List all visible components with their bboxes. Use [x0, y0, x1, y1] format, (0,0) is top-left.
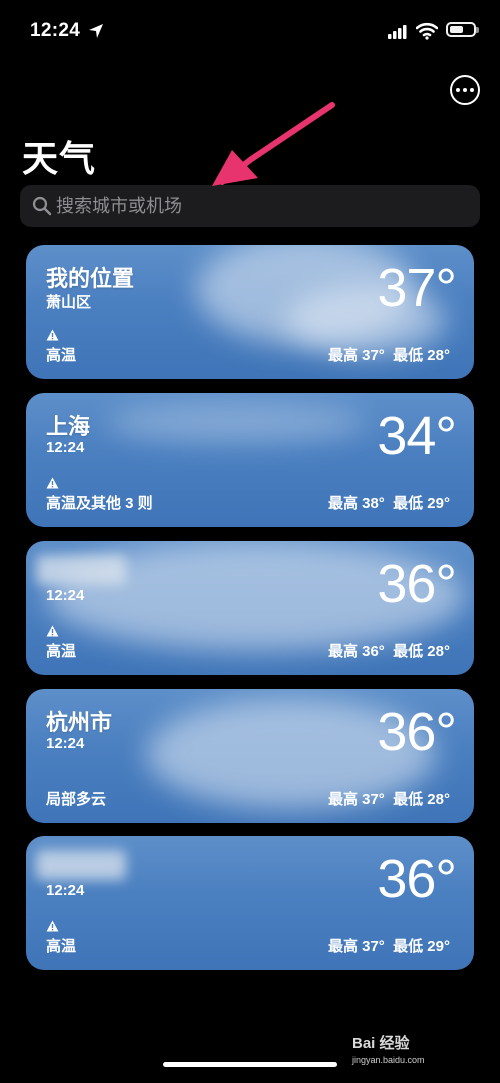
- page-title: 天气: [22, 138, 97, 179]
- current-temperature: 34°: [377, 406, 457, 466]
- low-temp: 最低 29°: [393, 495, 450, 512]
- low-temp: 最低 29°: [393, 938, 450, 955]
- weather-condition: 高温: [46, 347, 77, 364]
- high-low-temperature: 最高 36° 最低 28°: [328, 640, 450, 661]
- high-low-temperature: 最高 38° 最低 29°: [328, 492, 450, 513]
- low-temp: 最低 28°: [393, 791, 450, 808]
- watermark-logo: Bai 经验: [352, 1035, 410, 1052]
- more-options-button[interactable]: [450, 75, 480, 105]
- high-low-temperature: 最高 37° 最低 28°: [328, 344, 450, 365]
- low-temp: 最低 28°: [393, 643, 450, 660]
- current-temperature: 36°: [377, 702, 457, 762]
- warning-icon: [46, 329, 59, 341]
- search-bar[interactable]: [20, 185, 480, 227]
- location-card[interactable]: 上海 12:24 34° 高温及其他 3 则 最高 38° 最低 29°: [26, 393, 474, 527]
- weather-condition: 高温及其他 3 则: [46, 495, 153, 512]
- high-temp: 最高 37°: [327, 791, 385, 808]
- location-name: 上海: [46, 414, 91, 439]
- location-name: 我的位置: [46, 266, 135, 291]
- redacted-location-name: [36, 850, 126, 880]
- weather-condition: 高温: [46, 643, 77, 660]
- home-indicator[interactable]: [163, 1062, 337, 1067]
- high-temp: 最高 37°: [327, 347, 385, 364]
- cellular-signal-icon: [388, 25, 407, 39]
- high-low-temperature: 最高 37° 最低 29°: [328, 935, 450, 956]
- redacted-location-name: [36, 555, 126, 585]
- low-temp: 最低 28°: [393, 347, 450, 364]
- weather-condition: 高温: [46, 938, 77, 955]
- search-icon: [32, 196, 52, 216]
- high-low-temperature: 最高 37° 最低 28°: [328, 788, 450, 809]
- current-temperature: 36°: [377, 849, 457, 909]
- high-temp: 最高 38°: [327, 495, 385, 512]
- current-temperature: 37°: [377, 258, 457, 318]
- watermark-url: jingyan.baidu.com: [352, 1055, 425, 1065]
- wifi-icon: [416, 22, 438, 40]
- search-input[interactable]: [56, 185, 456, 227]
- status-time: 12:24: [30, 20, 81, 41]
- warning-icon: [46, 477, 59, 489]
- location-card[interactable]: 12:24 36° 高温 最高 36° 最低 28°: [26, 541, 474, 675]
- location-subtitle: 12:24: [46, 735, 85, 752]
- location-arrow-icon: [89, 24, 103, 38]
- weather-condition: 局部多云: [46, 791, 107, 808]
- warning-icon: [46, 625, 59, 637]
- location-card[interactable]: 我的位置 萧山区 37° 高温 最高 37° 最低 28°: [26, 245, 474, 379]
- location-subtitle: 12:24: [46, 439, 85, 456]
- location-card[interactable]: 杭州市 12:24 36° 局部多云 最高 37° 最低 28°: [26, 689, 474, 823]
- location-subtitle: 12:24: [46, 587, 85, 604]
- location-subtitle: 萧山区: [46, 294, 92, 311]
- location-subtitle: 12:24: [46, 882, 85, 899]
- location-name: 杭州市: [46, 710, 113, 735]
- high-temp: 最高 37°: [327, 938, 385, 955]
- current-temperature: 36°: [377, 554, 457, 614]
- warning-icon: [46, 920, 59, 932]
- location-card[interactable]: 12:24 36° 高温 最高 37° 最低 29°: [26, 836, 474, 970]
- high-temp: 最高 36°: [327, 643, 385, 660]
- status-bar: 12:24: [0, 0, 500, 60]
- battery-icon: [446, 22, 479, 37]
